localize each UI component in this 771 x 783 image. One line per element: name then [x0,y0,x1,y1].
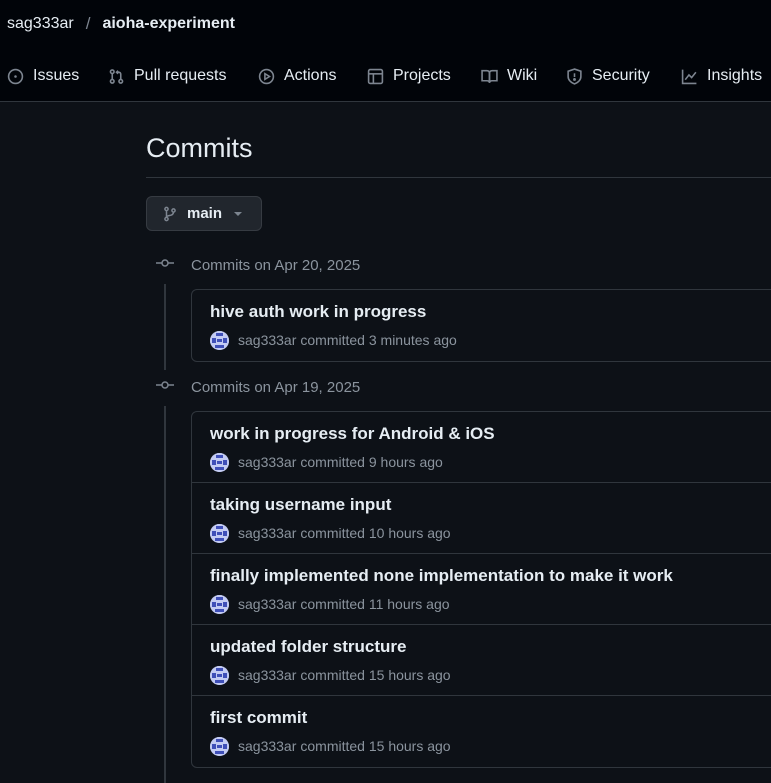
table-icon [367,68,384,84]
tab-actions[interactable]: Actions [258,62,336,90]
graph-icon [681,69,697,84]
commit-title-link[interactable]: hive auth work in progress [210,302,426,322]
commit-row: taking username input sag333ar committed… [192,483,771,554]
avatar[interactable] [210,594,229,614]
tab-security[interactable]: Security [566,62,650,90]
commit-meta: sag333ar committed 9 hours ago [210,452,443,472]
commit-meta: sag333ar committed 15 hours ago [210,736,451,756]
commit-time: committed 9 hours ago [300,454,443,470]
avatar[interactable] [210,665,229,685]
tab-label: Actions [284,67,337,84]
commit-row: work in progress for Android & iOS sag33… [192,412,771,483]
commit-title-link[interactable]: updated folder structure [210,637,406,657]
play-icon [258,68,275,84]
commit-title-link[interactable]: taking username input [210,495,391,515]
shield-icon [567,67,582,85]
commit-title-link[interactable]: first commit [210,708,307,728]
tab-label: Security [592,67,650,84]
breadcrumb: sag333ar / aioha-experiment [7,14,235,34]
tab-label: Insights [707,67,763,84]
chevron-down-icon [234,211,243,216]
commit-time: committed 3 minutes ago [300,332,457,348]
avatar[interactable] [210,452,229,472]
tab-insights[interactable]: Insights [681,62,762,90]
tab-wiki[interactable]: Wiki [481,62,537,90]
tab-label: Issues [33,67,80,84]
commit-list: work in progress for Android & iOS sag33… [191,411,771,768]
avatar[interactable] [210,736,229,756]
tab-label: Pull requests [134,67,227,84]
commit-author-link[interactable]: sag333ar [238,596,296,612]
commit-row: hive auth work in progress sag333ar comm… [192,290,771,361]
timeline-line [164,284,166,370]
breadcrumb-separator: / [85,14,91,33]
commit-meta: sag333ar committed 15 hours ago [210,665,451,685]
commit-meta: sag333ar committed 11 hours ago [210,594,450,614]
avatar[interactable] [210,523,229,543]
git-branch-icon [162,206,178,222]
tab-projects[interactable]: Projects [367,62,451,90]
branch-selector-button[interactable]: main [146,196,262,231]
git-commit-icon [156,254,174,277]
issue-opened-icon [7,68,24,84]
commit-group-header: Commits on Apr 19, 2025 [156,377,360,397]
commit-title-link[interactable]: finally implemented none implementation … [210,566,673,586]
commit-group-date: Commits on Apr 20, 2025 [191,256,361,274]
tab-pull-requests[interactable]: Pull requests [108,62,227,90]
commit-author-link[interactable]: sag333ar [238,454,296,470]
repo-name-link[interactable]: aioha-experiment [102,15,234,33]
avatar[interactable] [210,330,229,350]
commit-title-link[interactable]: work in progress for Android & iOS [210,424,495,444]
commit-meta: sag333ar committed 10 hours ago [210,523,451,543]
commit-author-link[interactable]: sag333ar [238,332,296,348]
repo-header: sag333ar / aioha-experiment Issues Pull … [0,0,771,102]
commit-group-header: Commits on Apr 20, 2025 [156,255,360,275]
commit-row: updated folder structure sag333ar commit… [192,625,771,696]
git-commit-icon [156,376,174,399]
tab-label: Projects [393,67,451,84]
commit-meta: sag333ar committed 3 minutes ago [210,330,457,350]
commit-author-link[interactable]: sag333ar [238,667,296,683]
timeline-line [164,406,166,783]
tab-issues[interactable]: Issues [7,62,79,90]
commit-row: finally implemented none implementation … [192,554,771,625]
commit-list: hive auth work in progress sag333ar comm… [191,289,771,362]
commit-group-date: Commits on Apr 19, 2025 [191,378,361,396]
commit-row: first commit sag333ar committed 15 hours… [192,696,771,767]
page-title: Commits [146,133,253,163]
commit-time: committed 10 hours ago [300,525,451,541]
tab-label: Wiki [507,67,538,84]
title-divider [146,177,771,178]
repo-owner-link[interactable]: sag333ar [7,15,74,33]
commit-author-link[interactable]: sag333ar [238,525,296,541]
branch-name: main [187,205,223,222]
commit-author-link[interactable]: sag333ar [238,738,296,754]
commit-time: committed 15 hours ago [300,667,451,683]
commit-time: committed 15 hours ago [300,738,451,754]
git-pull-request-icon [109,68,124,84]
book-icon [481,69,498,83]
commit-time: committed 11 hours ago [300,596,450,612]
